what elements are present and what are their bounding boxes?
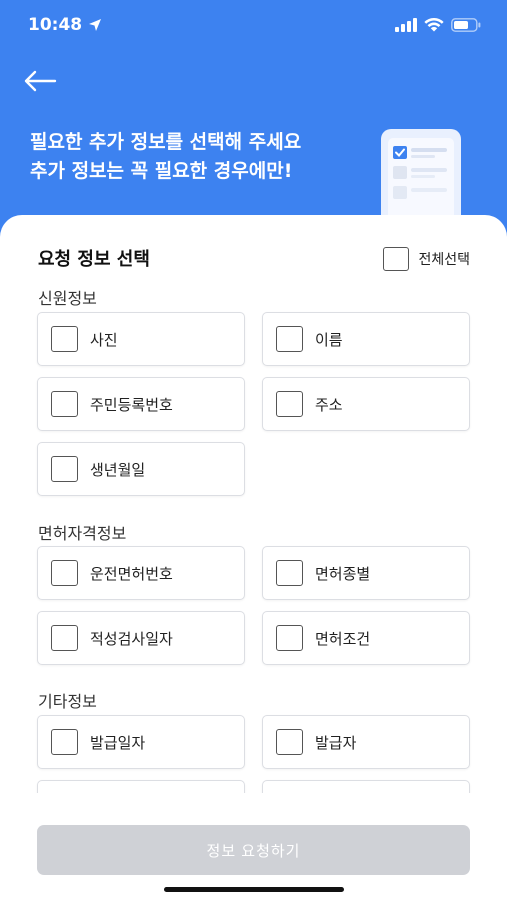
sheet-title: 요청 정보 선택: [38, 249, 150, 270]
section-title-identity: 신원정보: [38, 289, 97, 308]
checkbox-icon[interactable]: [51, 729, 78, 755]
option-photo[interactable]: 사진: [37, 312, 245, 366]
checkbox-icon[interactable]: [51, 391, 78, 417]
checkbox-icon[interactable]: [276, 391, 303, 417]
option-label: 적성검사일자: [90, 629, 173, 648]
option-label: 생년월일: [90, 460, 146, 479]
status-time: 10:48: [28, 15, 83, 35]
option-label: 발급자: [315, 733, 357, 752]
select-all-label: 전체선택: [418, 252, 470, 268]
option-name[interactable]: 이름: [262, 312, 470, 366]
option-issue-date[interactable]: 발급일자: [37, 715, 245, 769]
section-title-license: 면허자격정보: [38, 524, 127, 543]
option-label: 운전면허번호: [90, 564, 173, 583]
option-label: 사진: [90, 330, 118, 349]
option-label: 주소: [315, 395, 343, 414]
page-headline: 필요한 추가 정보를 선택해 주세요 추가 정보는 꼭 필요한 경우에만!: [30, 128, 301, 186]
headline-line-1: 필요한 추가 정보를 선택해 주세요: [30, 131, 302, 153]
option-address[interactable]: 주소: [262, 377, 470, 431]
option-license-type[interactable]: 면허종별: [262, 546, 470, 600]
checkbox-icon[interactable]: [276, 326, 303, 352]
checkbox-icon[interactable]: [51, 560, 78, 586]
request-info-button[interactable]: 정보 요청하기: [37, 825, 470, 875]
checkbox-icon[interactable]: [276, 729, 303, 755]
option-label: 이름: [315, 330, 343, 349]
option-resident-number[interactable]: 주민등록번호: [37, 377, 245, 431]
checkbox-icon[interactable]: [51, 456, 78, 482]
option-issuer[interactable]: 발급자: [262, 715, 470, 769]
checkbox-icon[interactable]: [383, 247, 410, 271]
request-sheet: 요청 정보 선택 전체선택 신원정보 사진 이름 주민등록번호 주소 생년월일 …: [0, 215, 507, 900]
checkbox-icon[interactable]: [276, 625, 303, 651]
option-label: 면허조건: [315, 629, 371, 648]
option-label: 면허종별: [315, 564, 371, 583]
cellular-signal-icon: [395, 18, 417, 32]
option-aptitude-test-date[interactable]: 적성검사일자: [37, 611, 245, 665]
option-license-conditions[interactable]: 면허조건: [262, 611, 470, 665]
back-button[interactable]: [20, 64, 60, 98]
home-indicator: [164, 887, 344, 892]
status-bar: 10:48: [0, 0, 507, 50]
option-birthdate[interactable]: 생년월일: [37, 442, 245, 496]
battery-icon: [451, 18, 481, 32]
location-arrow-icon: [89, 19, 102, 31]
option-license-number[interactable]: 운전면허번호: [37, 546, 245, 600]
checkbox-icon[interactable]: [51, 326, 78, 352]
select-all-checkbox[interactable]: 전체선택: [383, 247, 470, 271]
option-label: 발급일자: [90, 733, 146, 752]
section-title-other: 기타정보: [38, 692, 97, 711]
checkbox-icon[interactable]: [276, 560, 303, 586]
option-label: 주민등록번호: [90, 395, 173, 414]
wifi-icon: [424, 18, 444, 32]
headline-line-2: 추가 정보는 꼭 필요한 경우에만!: [30, 160, 293, 182]
arrow-left-icon: [24, 70, 57, 92]
checkbox-icon[interactable]: [51, 625, 78, 651]
